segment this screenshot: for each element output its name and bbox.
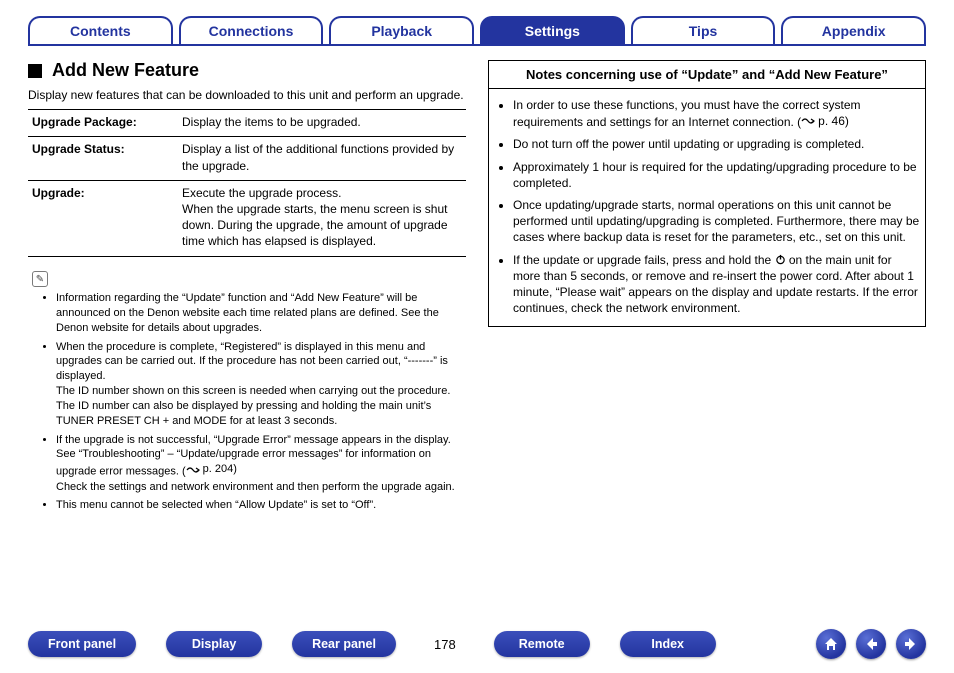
notes-box: Notes concerning use of “Update” and “Ad… [488,60,926,327]
list-item: This menu cannot be selected when “Allow… [56,498,466,513]
section-title: Add New Feature [52,60,199,81]
page-number: 178 [426,637,464,652]
notes-box-list: In order to use these functions, you mus… [489,97,921,316]
note-text: Information regarding the “Update” funct… [56,292,439,334]
row-upgrade-status: Upgrade Status: Display a list of the ad… [28,137,466,180]
home-icon [823,636,839,652]
section-intro: Display new features that can be downloa… [28,87,466,103]
list-item: In order to use these functions, you mus… [513,97,921,130]
desc-upgrade-status: Display a list of the additional functio… [178,137,466,180]
arrow-right-icon [903,636,919,652]
note-text: This menu cannot be selected when “Allow… [56,499,376,511]
notes-box-heading: Notes concerning use of “Update” and “Ad… [489,61,925,89]
note-text: If the upgrade is not successful, “Upgra… [56,434,451,478]
tab-tips[interactable]: Tips [631,16,776,44]
term-upgrade: Upgrade: [28,180,178,256]
tab-contents[interactable]: Contents [28,16,173,44]
list-item: Information regarding the “Update” funct… [56,291,466,336]
note-text: Approximately 1 hour is required for the… [513,160,917,190]
page-ref-text: p. 204) [203,462,237,477]
top-tabs: Contents Connections Playback Settings T… [28,16,926,46]
list-item: Do not turn off the power until updating… [513,136,921,152]
list-item: If the upgrade is not successful, “Upgra… [56,433,466,495]
definitions-table: Upgrade Package: Display the items to be… [28,109,466,256]
prev-page-button[interactable] [856,629,886,659]
note-icon: ✎ [32,271,48,287]
note-text: The ID number shown on this screen is ne… [56,384,466,399]
list-item: When the procedure is complete, “Registe… [56,340,466,429]
note-text: Once updating/upgrade starts, normal ope… [513,198,919,244]
power-icon [775,253,786,264]
list-item: Approximately 1 hour is required for the… [513,159,921,191]
list-item: Once updating/upgrade starts, normal ope… [513,197,921,246]
left-notes-list: Information regarding the “Update” funct… [28,291,466,513]
front-panel-button[interactable]: Front panel [28,631,136,657]
remote-button[interactable]: Remote [494,631,590,657]
note-text: Check the settings and network environme… [56,480,466,495]
desc-upgrade: Execute the upgrade process. When the up… [178,180,466,256]
note-text: When the procedure is complete, “Registe… [56,341,448,383]
list-item: If the update or upgrade fails, press an… [513,252,921,317]
desc-upgrade-package: Display the items to be upgraded. [178,110,466,137]
page-ref-link[interactable]: p. 204) [186,462,237,477]
row-upgrade: Upgrade: Execute the upgrade process. Wh… [28,180,466,256]
display-button[interactable]: Display [166,631,262,657]
arrow-left-icon [863,636,879,652]
index-button[interactable]: Index [620,631,716,657]
tab-connections[interactable]: Connections [179,16,324,44]
rear-panel-button[interactable]: Rear panel [292,631,396,657]
tab-playback[interactable]: Playback [329,16,474,44]
next-page-button[interactable] [896,629,926,659]
footer: Front panel Display Rear panel 178 Remot… [28,609,926,673]
square-bullet-icon [28,64,42,78]
page-ref-link[interactable]: p. 46) [801,113,849,129]
note-text: Do not turn off the power until updating… [513,137,864,151]
note-text: The ID number can also be displayed by p… [56,399,466,429]
row-upgrade-package: Upgrade Package: Display the items to be… [28,110,466,137]
page-ref-text: p. 46) [818,113,849,129]
tab-appendix[interactable]: Appendix [781,16,926,44]
note-text: If the update or upgrade fails, press an… [513,253,775,267]
term-upgrade-status: Upgrade Status: [28,137,178,180]
home-button[interactable] [816,629,846,659]
tab-settings[interactable]: Settings [480,16,625,44]
term-upgrade-package: Upgrade Package: [28,110,178,137]
